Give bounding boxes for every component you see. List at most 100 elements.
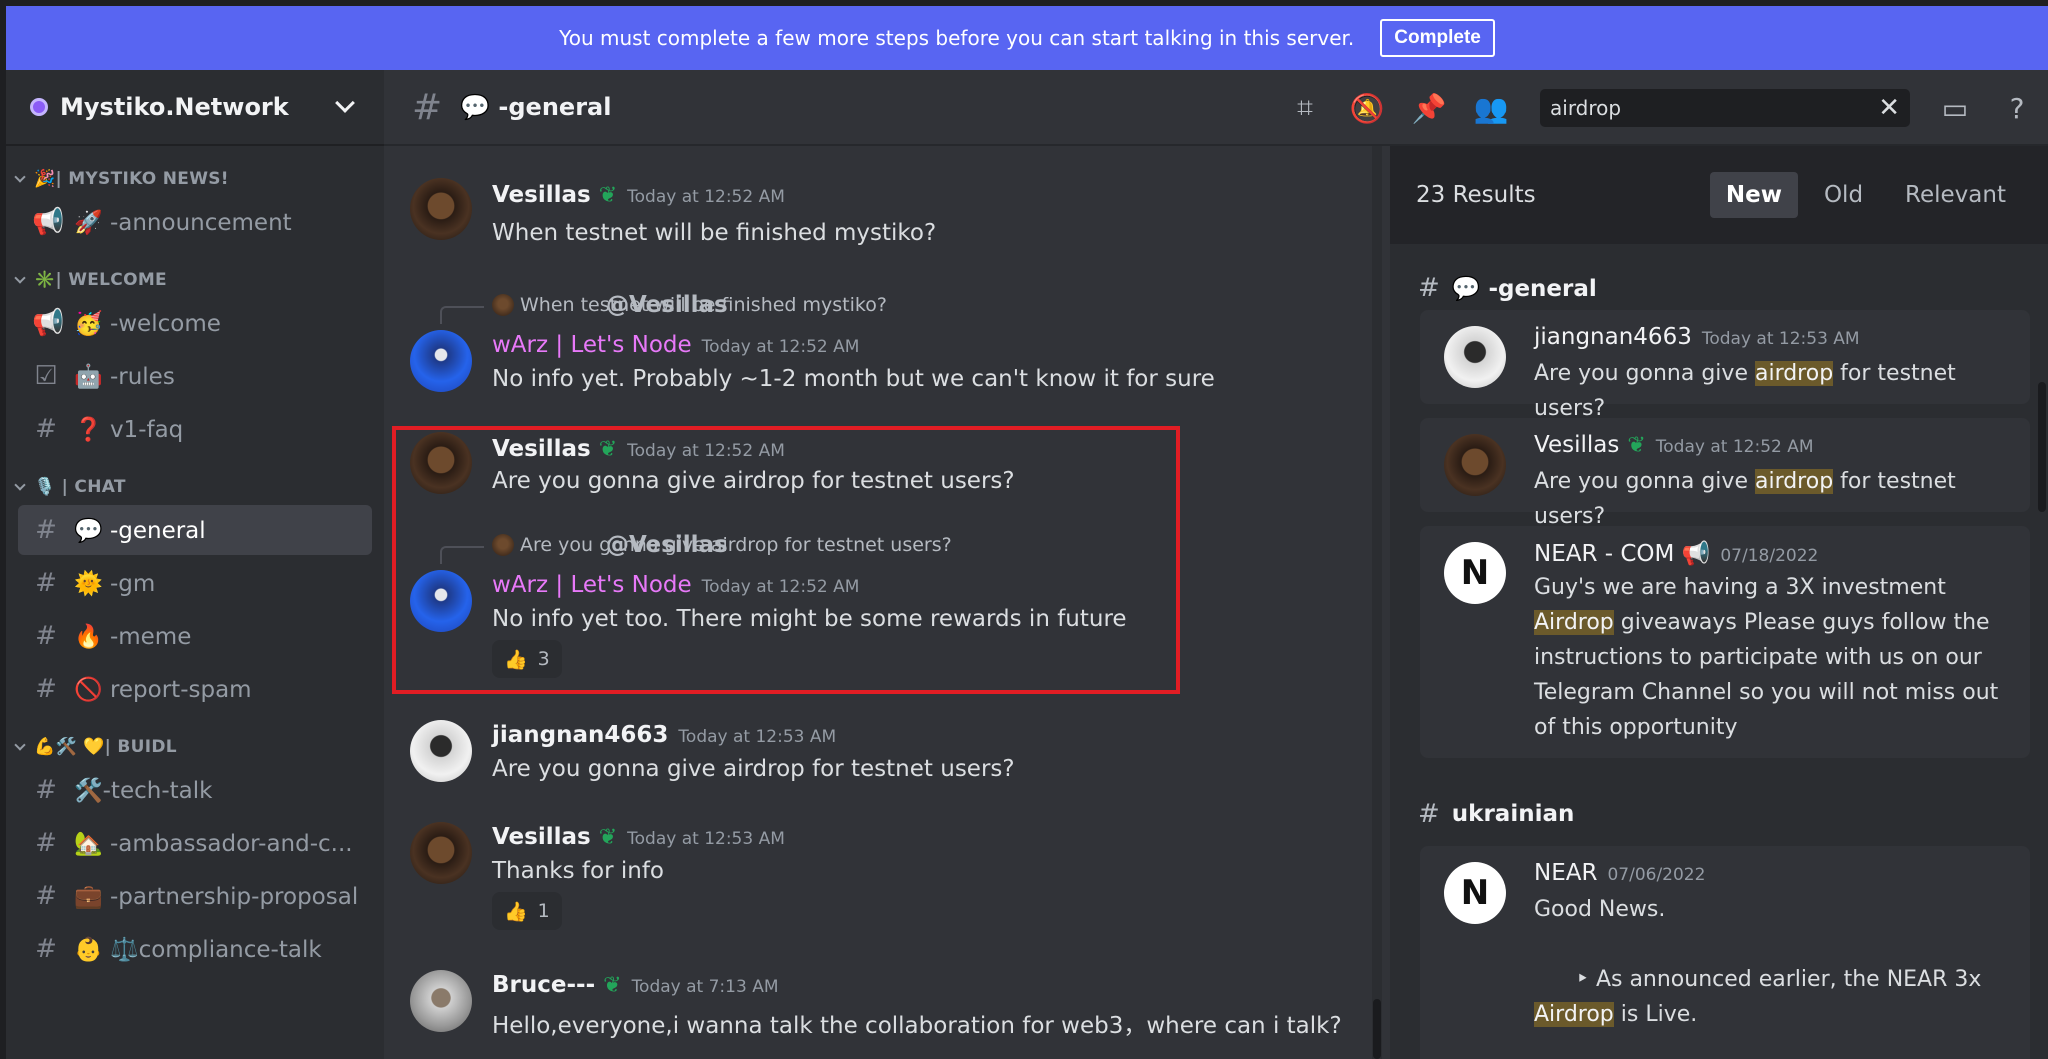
timestamp: Today at 12:52 AM	[1655, 437, 1814, 457]
sort-old-tab[interactable]: Old	[1808, 172, 1879, 218]
threads-icon[interactable]: ⌗	[1288, 91, 1322, 125]
chat-scrollbar[interactable]	[1372, 146, 1382, 1059]
category-buidl[interactable]: 💪🛠️ 💛| BUIDL	[6, 732, 384, 762]
hash-icon: #	[35, 775, 57, 805]
timestamp: Today at 12:52 AM	[627, 187, 785, 207]
result-channel-general[interactable]: # 💬 -general	[1418, 266, 2048, 310]
author-name[interactable]: Bruce--- ❦ Today at 7:13 AM	[492, 972, 779, 998]
search-result[interactable]: N NEAR 07/06/2022 Good News. ‣ As announc…	[1420, 846, 2030, 1059]
channel-title: 💬 -general	[460, 93, 612, 121]
member-list-icon[interactable]: 👥	[1474, 91, 1509, 125]
timestamp: 07/06/2022	[1607, 865, 1706, 885]
category-label: 💪🛠️ 💛| BUIDL	[34, 737, 177, 757]
result-text-part: ‣ As announced earlier, the NEAR 3x	[1575, 967, 1982, 992]
channel-label: 🌞 -gm	[74, 570, 156, 597]
timestamp: Today at 12:53 AM	[678, 727, 837, 747]
message-text: Are you gonna give airdrop for testnet u…	[492, 756, 1015, 782]
author-label: Bruce---	[492, 972, 596, 998]
timestamp: Today at 7:13 AM	[631, 977, 779, 997]
message-text: When testnet will be finished mystiko?	[492, 220, 937, 246]
author-name[interactable]: Vesillas ❦ Today at 12:52 AM	[492, 182, 785, 208]
result-text: Good News.	[1534, 897, 1666, 922]
reply-connector	[440, 306, 484, 324]
server-header[interactable]: Mystiko.Network	[6, 70, 384, 146]
reply-preview[interactable]: @Vesillas When testnet will be finished m…	[492, 292, 887, 318]
avatar[interactable]	[410, 330, 472, 392]
sidebar-item-gm[interactable]: # 🌞 -gm	[18, 558, 372, 608]
message-text: Hello,everyone,i wanna talk the collabor…	[492, 1013, 1342, 1039]
category-chat[interactable]: 🎙️ | CHAT	[6, 472, 384, 502]
result-text: Guy's we are having a 3X investment Aird…	[1534, 570, 2014, 745]
author-name[interactable]: jiangnan4663 Today at 12:53 AM	[492, 722, 836, 748]
result-channel-ukrainian[interactable]: # ukrainian	[1418, 792, 1574, 836]
sidebar-item-partnership-proposal[interactable]: # 💼 -partnership-proposal	[18, 871, 372, 921]
thumbs-up-icon: 👍	[504, 900, 528, 923]
megaphone-icon: 📢	[32, 308, 65, 338]
reaction-thumbs-up[interactable]: 👍 1	[492, 892, 562, 930]
message-text: No info yet. Probably ~1-2 month but we …	[492, 366, 1215, 392]
search-input[interactable]	[1550, 96, 1879, 120]
caret-icon	[14, 272, 26, 284]
onboarding-notice-bar: You must complete a few more steps befor…	[6, 6, 2048, 70]
hash-icon: #	[35, 621, 57, 651]
results-scrollbar[interactable]	[2038, 382, 2046, 512]
help-icon[interactable]: ?	[2000, 91, 2034, 125]
sort-new-tab[interactable]: New	[1709, 172, 1798, 218]
avatar[interactable]	[410, 720, 472, 782]
result-text: ‣ As announced earlier, the NEAR 3x Airdr…	[1534, 962, 2014, 1032]
author-label: wArz | Let's Node	[492, 332, 692, 358]
hash-icon: #	[35, 881, 57, 911]
channel-label: 👶 ⚖️compliance-talk	[74, 936, 322, 963]
sidebar-item-ambassador[interactable]: # 🏡 -ambassador-and-c...	[18, 818, 372, 868]
category-welcome[interactable]: ✳️| WELCOME	[6, 265, 384, 295]
search-result[interactable]: Vesillas ❦ Today at 12:52 AM Are you gonna…	[1420, 418, 2030, 529]
inbox-icon[interactable]: ▭	[1938, 91, 1972, 125]
scroll-thumb[interactable]	[1373, 999, 1381, 1059]
pin-icon[interactable]: 📌	[1412, 91, 1447, 125]
channel-label: 🏡 -ambassador-and-c...	[74, 830, 353, 857]
avatar[interactable]	[410, 822, 472, 884]
complete-button[interactable]: Complete	[1380, 19, 1495, 57]
avatar[interactable]	[410, 970, 472, 1032]
author-label: Vesillas	[492, 182, 591, 208]
channel-sidebar: Mystiko.Network 🎉| MYSTIKO NEWS! 📢 🚀 -ann…	[6, 70, 384, 1059]
hash-icon: #	[412, 86, 443, 128]
sidebar-item-rules[interactable]: ☑ 🤖 -rules	[18, 351, 372, 401]
sidebar-item-meme[interactable]: # 🔥 -meme	[18, 611, 372, 661]
result-author: NEAR 07/06/2022	[1534, 860, 1705, 886]
search-result[interactable]: N NEAR - COM 📢 07/18/2022 Guy's we are ha…	[1420, 526, 2030, 758]
category-label: ✳️| WELCOME	[34, 270, 167, 290]
author-name[interactable]: wArz | Let's Node Today at 12:52 AM	[492, 332, 859, 358]
sprout-icon: ❦	[598, 183, 618, 208]
chevron-down-icon	[335, 93, 355, 113]
server-icon	[30, 98, 48, 116]
result-text: Are you gonna give airdrop for testnet u…	[1534, 356, 2014, 426]
sidebar-item-compliance-talk[interactable]: # 👶 ⚖️compliance-talk	[18, 924, 372, 974]
caret-icon	[14, 171, 26, 183]
avatar[interactable]	[410, 178, 472, 240]
search-highlight: airdrop	[1754, 469, 1834, 494]
result-author-label: Vesillas	[1534, 432, 1620, 458]
result-author: jiangnan4663 Today at 12:53 AM	[1534, 324, 1860, 350]
sidebar-item-general[interactable]: # 💬 -general	[18, 505, 372, 555]
hash-icon: #	[1418, 273, 1440, 303]
sidebar-item-announcement[interactable]: 📢 🚀 -announcement	[18, 197, 372, 247]
author-name[interactable]: Vesillas ❦ Today at 12:53 AM	[492, 824, 785, 850]
sort-relevant-tab[interactable]: Relevant	[1889, 172, 2022, 218]
clear-search-icon[interactable]: ✕	[1878, 93, 1900, 123]
channel-label: 💬 -general	[74, 517, 206, 544]
caret-icon	[14, 739, 26, 751]
channel-label: 🤖 -rules	[74, 363, 175, 390]
category-mystiko-news[interactable]: 🎉| MYSTIKO NEWS!	[6, 164, 384, 194]
sidebar-item-tech-talk[interactable]: # 🛠️-tech-talk	[18, 765, 372, 815]
author-label: Vesillas	[492, 824, 591, 850]
timestamp: 07/18/2022	[1720, 546, 1819, 566]
sidebar-item-v1-faq[interactable]: # ❓ v1-faq	[18, 404, 372, 454]
mute-bell-icon[interactable]: 🔕	[1350, 91, 1385, 125]
hash-icon: #	[1418, 799, 1440, 829]
sidebar-item-welcome[interactable]: 📢 🥳 -welcome	[18, 298, 372, 348]
sidebar-item-report-spam[interactable]: # 🚫 report-spam	[18, 664, 372, 714]
result-author: Vesillas ❦ Today at 12:52 AM	[1534, 432, 1814, 458]
header-toolbar: ⌗ 🔕 📌 👥 ✕ ▭ ?	[1274, 70, 2048, 146]
search-result[interactable]: jiangnan4663 Today at 12:53 AM Are you go…	[1420, 310, 2030, 421]
